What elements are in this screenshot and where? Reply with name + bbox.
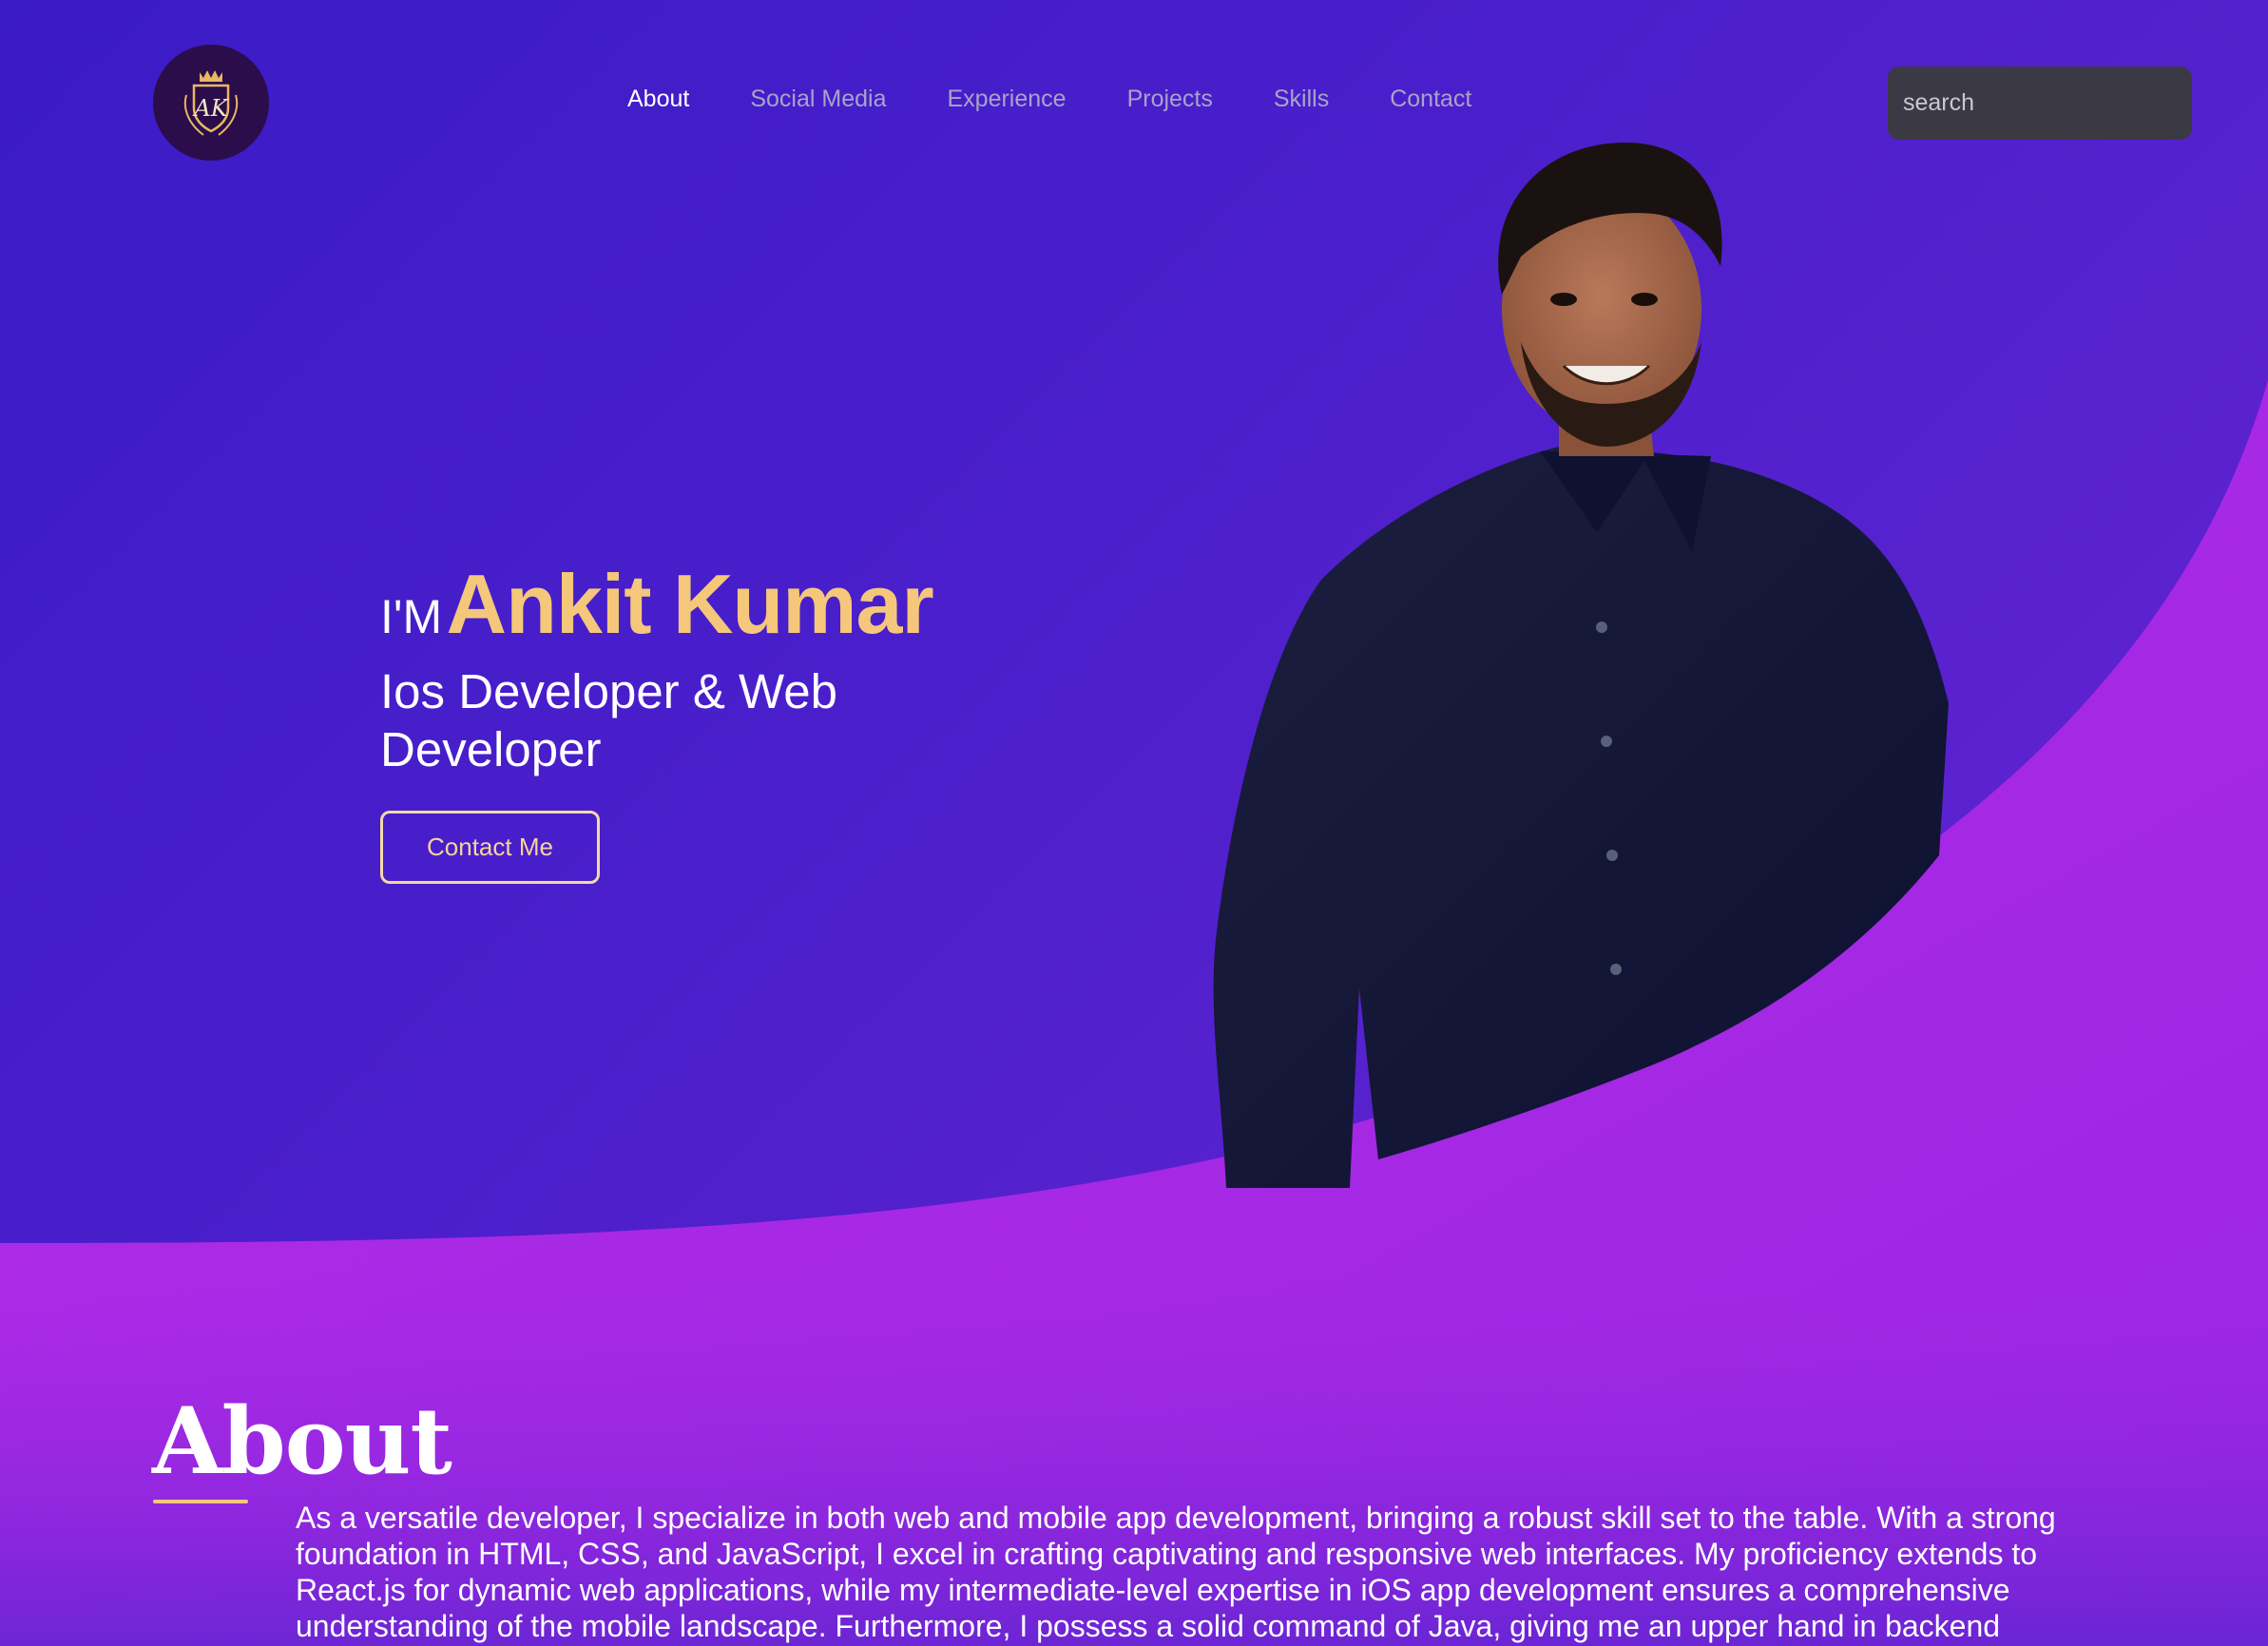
hero-role: Ios Developer & Web Developer (380, 664, 837, 776)
nav-item-experience[interactable]: Experience (947, 86, 1066, 113)
nav-item-contact[interactable]: Contact (1390, 86, 1471, 113)
search-box (1888, 67, 2209, 140)
nav-item-projects[interactable]: Projects (1127, 86, 1213, 113)
nav-item-about[interactable]: About (627, 86, 689, 113)
hero-intro: I'M (380, 590, 443, 643)
search-input[interactable] (1903, 89, 2209, 117)
main-nav: About Social Media Experience Projects S… (627, 86, 1532, 113)
about-heading: About (152, 1388, 452, 1495)
about-text: As a versatile developer, I specialize i… (296, 1501, 2056, 1643)
site-logo[interactable]: AK (153, 45, 269, 161)
nav-item-skills[interactable]: Skills (1274, 86, 1329, 113)
hero-name: Ankit Kumar (446, 557, 934, 651)
profile-photo (1213, 143, 1949, 1188)
nav-item-social-media[interactable]: Social Media (750, 86, 886, 113)
page-background: AK About Social Media Experience Project… (0, 0, 2268, 1646)
crest-logo-icon: AK (183, 70, 239, 136)
hero-section: I'M Ankit Kumar Ios Developer & Web Deve… (380, 556, 1046, 778)
about-underline (153, 1500, 248, 1503)
contact-me-button[interactable]: Contact Me (380, 811, 600, 884)
logo-initials: AK (192, 95, 229, 122)
